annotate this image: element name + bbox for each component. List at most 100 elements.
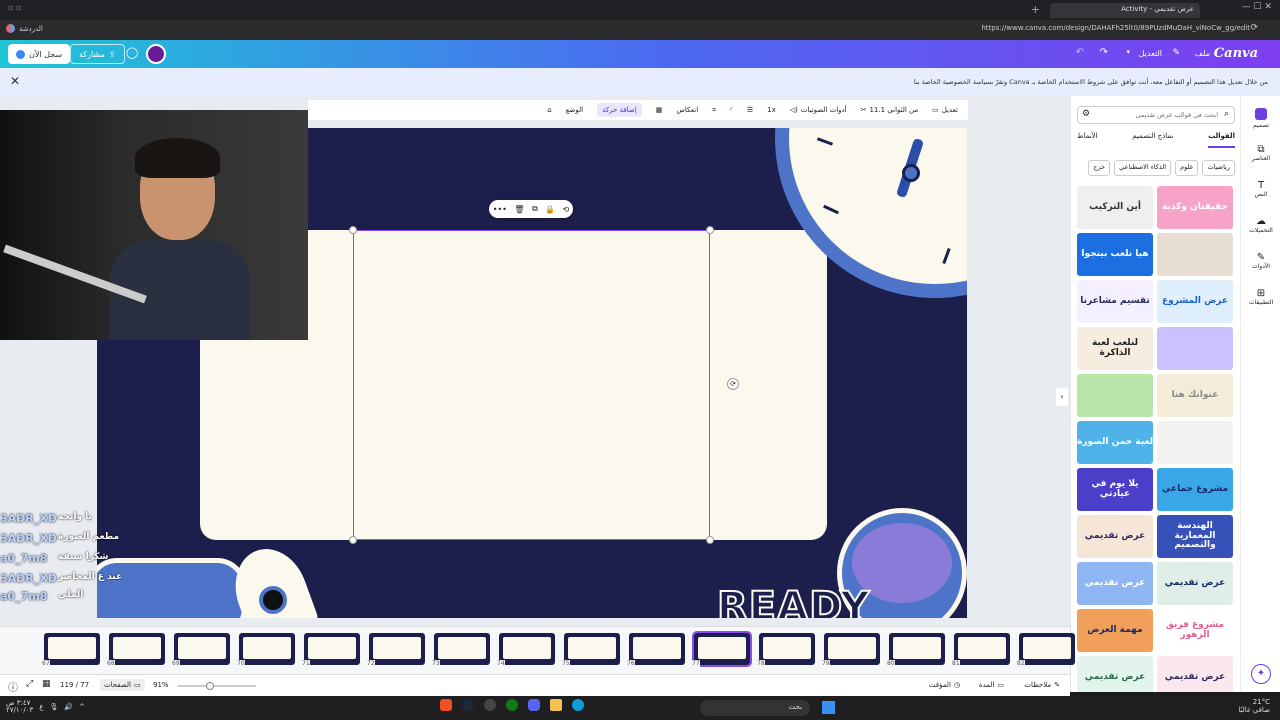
flip-button[interactable]: انعكاس: [676, 106, 698, 114]
mic-icon[interactable]: 🎙: [49, 703, 58, 711]
template-card[interactable]: عرض تقديمي: [1157, 656, 1233, 692]
template-card[interactable]: عرض المشروع: [1157, 280, 1233, 323]
template-card[interactable]: مهمة العرض: [1077, 609, 1153, 652]
browser-tab[interactable]: عرض تقديمي - Activity: [1050, 3, 1200, 18]
rail-apps[interactable]: ⊞ التطبيقات: [1241, 288, 1280, 306]
tab-layouts[interactable]: نماذج التصميم: [1132, 132, 1173, 148]
left-tab-chip[interactable]: الدردشة: [6, 24, 43, 33]
timer-button[interactable]: المؤقت ◷: [929, 681, 960, 689]
selection-handle[interactable]: [706, 226, 714, 234]
paint-format-icon[interactable]: ⌂: [547, 106, 551, 114]
template-card[interactable]: [1157, 327, 1233, 370]
close-icon[interactable]: ✕: [10, 74, 20, 88]
help-icon[interactable]: ⓘ: [8, 679, 18, 694]
selection-handle[interactable]: [706, 536, 714, 544]
filter-icon[interactable]: ⚙: [1082, 109, 1090, 119]
chip[interactable]: رياضيات: [1202, 160, 1235, 176]
signup-button[interactable]: سجل الآن: [8, 44, 71, 64]
page-thumbnail[interactable]: 79: [822, 633, 880, 667]
avatar[interactable]: [146, 44, 166, 64]
share-button[interactable]: مشاركة ⇪: [70, 44, 125, 64]
corner-radius-icon[interactable]: ◜: [730, 106, 733, 114]
template-card[interactable]: عرض تقديمي: [1077, 562, 1153, 605]
pages-button[interactable]: الصفحات ▭: [100, 679, 145, 691]
steam-icon[interactable]: [462, 699, 474, 711]
page-thumbnail[interactable]: 81: [952, 633, 1010, 667]
rail-uploads[interactable]: ☁ التحميلات: [1241, 216, 1280, 234]
rail-tools[interactable]: ✎ الأدوات: [1241, 252, 1280, 270]
chip[interactable]: خرج: [1088, 160, 1111, 176]
template-card[interactable]: [1157, 421, 1233, 464]
tab-styles[interactable]: الأنماط: [1077, 132, 1098, 148]
start-icon[interactable]: [822, 701, 835, 714]
page-thumbnail[interactable]: 82: [1017, 633, 1075, 667]
page-thumbnail[interactable]: 72: [367, 633, 425, 667]
template-card[interactable]: عرض تقديمي: [1157, 562, 1233, 605]
template-card[interactable]: الهندسة المعمارية والتصميم: [1157, 515, 1233, 558]
url-field[interactable]: https://www.canva.com/design/DAHAFh25lt0…: [700, 24, 1250, 32]
more-icon[interactable]: •••: [493, 205, 507, 214]
template-card[interactable]: لعبة خمن الصورة: [1077, 421, 1153, 464]
selection-handle[interactable]: [349, 536, 357, 544]
edge-icon[interactable]: [572, 699, 584, 711]
page-thumbnail[interactable]: 68: [107, 633, 165, 667]
crop-icon[interactable]: ⌗: [712, 106, 716, 115]
replace-icon[interactable]: ⟲: [563, 205, 570, 214]
language-indicator[interactable]: ع: [39, 703, 43, 711]
selection-handle[interactable]: [349, 226, 357, 234]
page-thumbnail[interactable]: 80: [887, 633, 945, 667]
brave-icon[interactable]: [440, 699, 452, 711]
collapse-panel-icon[interactable]: ›: [1056, 388, 1068, 406]
taskbar-search[interactable]: بحث: [700, 700, 810, 716]
canva-logo[interactable]: Canva: [1214, 46, 1258, 61]
comment-icon[interactable]: ◯: [126, 46, 138, 59]
duration-button[interactable]: المدة ▭: [979, 681, 1004, 689]
page-thumbnail[interactable]: 69: [172, 633, 230, 667]
page-thumbnail[interactable]: 67: [42, 633, 100, 667]
magic-icon[interactable]: ✦: [1251, 664, 1271, 684]
zoom-slider[interactable]: [178, 682, 256, 690]
chip[interactable]: علوم: [1175, 160, 1199, 176]
tab-templates[interactable]: القوالب: [1208, 132, 1235, 148]
animate-button[interactable]: إضافة حركة: [597, 103, 642, 117]
rotate-handle[interactable]: ⟳: [727, 378, 739, 390]
template-card[interactable]: يلا يوم في عيادتي: [1077, 468, 1153, 511]
zoom-slider-knob[interactable]: [206, 682, 214, 690]
duplicate-icon[interactable]: ⧉: [532, 204, 538, 214]
obs-icon[interactable]: [484, 699, 496, 711]
page-thumbnail[interactable]: 75: [562, 633, 620, 667]
page-thumbnail[interactable]: 78: [757, 633, 815, 667]
template-card[interactable]: أين التركيب: [1077, 186, 1153, 229]
menu-edit[interactable]: التعديل: [1139, 49, 1162, 58]
weather-widget[interactable]: 21°C صافي غالبًا: [1238, 698, 1270, 714]
chip[interactable]: الذكاء الاصطناعي: [1114, 160, 1172, 176]
template-card[interactable]: مشروع جماعي: [1157, 468, 1233, 511]
discord-icon[interactable]: [528, 699, 540, 711]
search-input[interactable]: [1098, 109, 1218, 121]
line-weight-icon[interactable]: ☰: [747, 106, 753, 114]
rail-design[interactable]: تصميم: [1241, 108, 1280, 129]
page-thumbnail[interactable]: 76: [627, 633, 685, 667]
trash-icon[interactable]: 🗑: [514, 205, 524, 214]
position-button[interactable]: الوضع: [566, 106, 583, 114]
transparency-icon[interactable]: ▦: [656, 106, 663, 114]
xbox-icon[interactable]: [506, 699, 518, 711]
template-card[interactable]: عنوانك هنا: [1157, 374, 1233, 417]
template-card[interactable]: [1157, 233, 1233, 276]
page-thumbnail[interactable]: 74: [497, 633, 555, 667]
new-tab-button[interactable]: +: [1031, 3, 1040, 16]
lock-icon[interactable]: 🔒: [545, 205, 555, 214]
rail-text[interactable]: T النص: [1241, 180, 1280, 198]
template-card[interactable]: عرض تقديمي: [1077, 656, 1153, 692]
page-thumbnail[interactable]: 73: [432, 633, 490, 667]
speed-button[interactable]: 1x: [767, 106, 776, 114]
search-box[interactable]: ⌕ ⚙: [1077, 106, 1235, 124]
page-thumbnail[interactable]: 77: [692, 631, 752, 667]
notes-button[interactable]: ملاحظات ✎: [1024, 681, 1060, 689]
template-card[interactable]: [1077, 374, 1153, 417]
trim-button[interactable]: ✂ 11.1 من الثواني: [861, 106, 919, 114]
template-card[interactable]: تقسيم مشاعرنا: [1077, 280, 1153, 323]
edit-video-button[interactable]: ▭ تعديل: [932, 106, 958, 114]
template-card[interactable]: لنلعب لعبة الذاكرة: [1077, 327, 1153, 370]
page-thumbnail[interactable]: 70: [237, 633, 295, 667]
